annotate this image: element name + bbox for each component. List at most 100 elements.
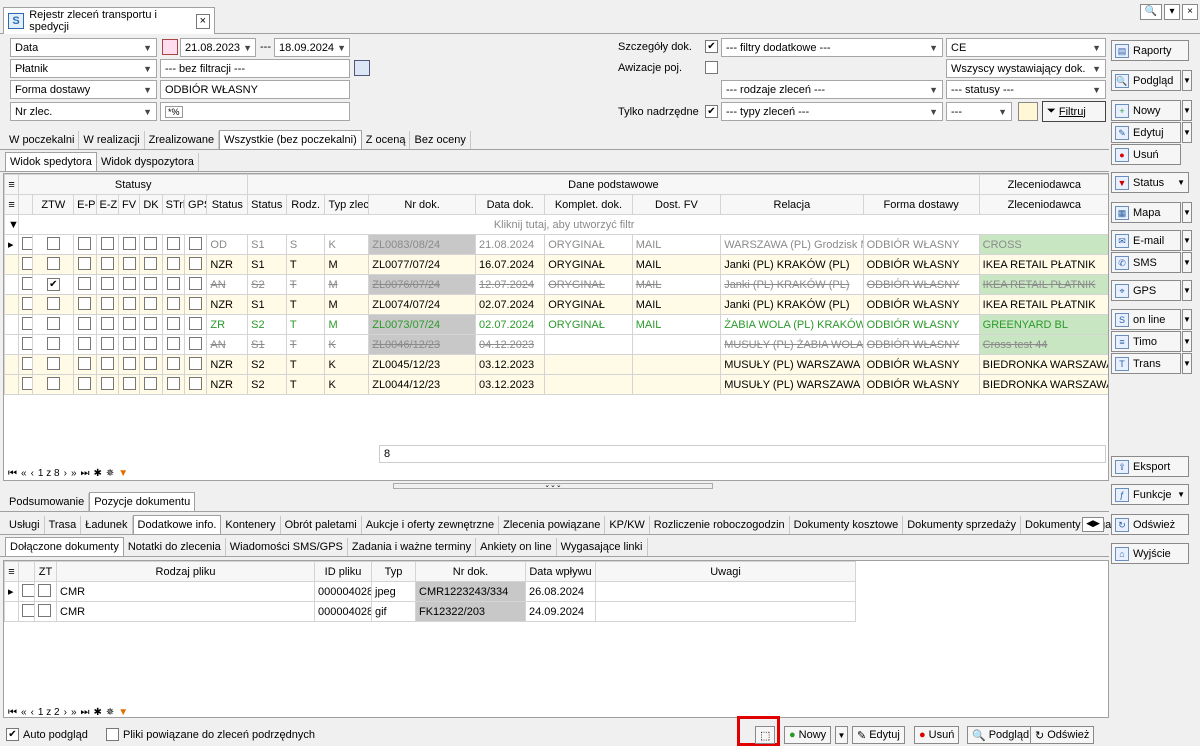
tab-attachment-0[interactable]: Dołączone dokumenty [5, 537, 124, 556]
table-row[interactable]: NZR S2 T K ZL0044/12/23 03.12.2023 MUSUŁY (PL)… [4, 374, 1108, 395]
column-header[interactable]: ZTW [32, 194, 75, 215]
status-flag-checkbox[interactable] [184, 334, 208, 355]
statuses-select[interactable]: --- statusy --- ▼ [946, 80, 1106, 99]
status-flag-checkbox[interactable] [95, 254, 119, 275]
tab-attachment-2[interactable]: Wiadomości SMS/GPS [226, 538, 348, 556]
status-flag-checkbox[interactable] [73, 294, 97, 315]
tab-summary-0[interactable]: Podsumowanie [5, 493, 90, 511]
column-header[interactable]: Status I [247, 194, 287, 215]
status-flag-checkbox[interactable] [95, 374, 119, 395]
tab-status-5[interactable]: Bez oceny [410, 131, 471, 149]
row-select-checkbox[interactable] [18, 274, 34, 295]
tab-status-1[interactable]: W realizacji [79, 131, 145, 149]
tab-status-3[interactable]: Wszystkie (bez poczekalni) [219, 130, 362, 149]
status-flag-checkbox[interactable] [32, 374, 75, 395]
map-dropdown-icon[interactable]: ▼ [1182, 202, 1192, 223]
status-flag-checkbox[interactable] [139, 234, 163, 255]
tab-scroll-icon[interactable]: ◀▶ [1082, 517, 1104, 532]
tab-attachment-1[interactable]: Notatki do zlecenia [124, 538, 226, 556]
order-field-select[interactable]: Nr zlec. ▼ [10, 102, 157, 121]
new-dropdown-icon[interactable]: ▼ [1182, 100, 1192, 121]
row-select-checkbox[interactable] [18, 314, 34, 335]
table-row[interactable]: CMR0000040284gifFK12322/20324.09.2024 [4, 601, 856, 622]
status-flag-checkbox[interactable] [161, 314, 186, 335]
column-header[interactable]: Data wpływu [525, 561, 596, 582]
row-menu-icon[interactable]: ≡ [4, 194, 20, 215]
tab-attachment-3[interactable]: Zadania i ważne terminy [348, 538, 477, 556]
status-flag-checkbox[interactable] [161, 374, 186, 395]
column-header[interactable]: Nr dok. [415, 561, 526, 582]
column-header[interactable]: E-P [73, 194, 97, 215]
status-flag-checkbox[interactable] [161, 334, 186, 355]
extra-filters-select[interactable]: --- filtry dodatkowe --- ▼ [721, 38, 943, 57]
column-header[interactable]: Rodzaj pliku [56, 561, 315, 582]
attachments-navigator[interactable]: ⏮ «‹ 1 z 2 ›» ⏭ ✱ ✵ ▼ [4, 703, 128, 721]
filter-hint[interactable]: Kliknij tutaj, aby utworzyć filtr [18, 214, 1108, 235]
order-value-input[interactable]: *% [160, 102, 350, 121]
order-kinds-select[interactable]: --- rodzaje zleceń --- ▼ [721, 80, 943, 99]
column-header[interactable]: Data dok. [475, 194, 546, 215]
tab-detail-4[interactable]: Kontenery [221, 516, 281, 534]
status-flag-checkbox[interactable] [117, 294, 141, 315]
status-flag-checkbox[interactable] [161, 294, 186, 315]
status-flag-checkbox[interactable] [184, 354, 208, 375]
tab-detail-8[interactable]: KP/KW [605, 516, 650, 534]
column-header[interactable]: Typ zlec. [324, 194, 370, 215]
date-from-input[interactable]: 21.08.2023 ▼ [180, 38, 256, 57]
zt-checkbox[interactable] [34, 601, 57, 622]
column-header[interactable]: Forma dostawy [862, 194, 980, 215]
status-flag-checkbox[interactable] [73, 274, 97, 295]
sms-dropdown-icon[interactable]: ▼ [1182, 252, 1192, 273]
status-flag-checkbox[interactable] [73, 254, 97, 275]
row-menu-icon[interactable]: ≡ [4, 561, 19, 582]
status-flag-checkbox[interactable] [117, 254, 141, 275]
status-flag-checkbox[interactable] [184, 274, 208, 295]
row-select-checkbox[interactable] [18, 581, 35, 602]
status-flag-checkbox[interactable] [161, 234, 186, 255]
status-flag-checkbox[interactable] [95, 354, 119, 375]
tab-detail-1[interactable]: Trasa [45, 516, 82, 534]
map-button[interactable]: ▦ Mapa [1111, 202, 1181, 223]
column-header[interactable]: FV [117, 194, 141, 215]
row-select-checkbox[interactable] [18, 254, 34, 275]
tab-detail-10[interactable]: Dokumenty kosztowe [790, 516, 904, 534]
search-options-icon[interactable]: 🔍 [1140, 4, 1162, 20]
column-header[interactable]: E-Zl [95, 194, 119, 215]
status-flag-checkbox[interactable] [161, 274, 186, 295]
payer-value-input[interactable]: --- bez filtracji --- [160, 59, 350, 78]
edit-dropdown-icon[interactable]: ▼ [1182, 122, 1192, 143]
tab-detail-2[interactable]: Ładunek [81, 516, 133, 534]
table-row[interactable]: ▸ CMR0000040280jpegCMR1223243/33426.08.20… [4, 581, 856, 602]
issuers-select[interactable]: Wszyscy wystawiający dok. ▼ [946, 59, 1106, 78]
tab-detail-7[interactable]: Zlecenia powiązane [499, 516, 606, 534]
edit-attachment-button[interactable]: ✎ Edytuj [852, 726, 905, 744]
filter-button[interactable]: ⏷ Filtruj [1042, 101, 1106, 122]
table-row[interactable]: ZR S2 T M ZL0073/07/24 02.07.2024 ORYGINAŁ MAIL… [4, 314, 1108, 335]
table-row[interactable]: NZR S1 T M ZL0077/07/24 16.07.2024 ORYGINAŁ MAI… [4, 254, 1108, 275]
column-header[interactable]: Rodz. [285, 194, 326, 215]
timo-button[interactable]: ≡ Timo [1111, 331, 1181, 352]
status-flag-checkbox[interactable] [32, 354, 75, 375]
status-flag-checkbox[interactable] [95, 314, 119, 335]
status-flag-checkbox[interactable] [95, 274, 119, 295]
column-header[interactable]: ID pliku [314, 561, 372, 582]
status-flag-checkbox[interactable] [95, 234, 119, 255]
column-header[interactable]: ZT [34, 561, 57, 582]
status-flag-checkbox[interactable] [32, 334, 75, 355]
tab-detail-3[interactable]: Dodatkowe info. [132, 515, 222, 534]
column-header[interactable]: STrl [161, 194, 186, 215]
date-field-select[interactable]: Data ▼ [10, 38, 157, 57]
avizo-checkbox[interactable] [705, 61, 718, 74]
tab-attachment-4[interactable]: Ankiety on line [476, 538, 557, 556]
status-button[interactable]: ▼ Status ▼ [1111, 172, 1189, 193]
tab-attachment-5[interactable]: Wygasające linki [557, 538, 648, 556]
status-flag-checkbox[interactable] [73, 354, 97, 375]
chevron-down-icon[interactable]: ▾ [1164, 4, 1180, 20]
new-dropdown-icon[interactable]: ▼ [835, 726, 848, 744]
table-settings-icon[interactable] [1018, 102, 1038, 121]
tab-detail-0[interactable]: Usługi [5, 516, 45, 534]
tab-status-0[interactable]: W poczekalni [5, 131, 80, 149]
status-flag-checkbox[interactable] [73, 334, 97, 355]
linked-files-checkbox[interactable] [106, 728, 119, 741]
row-select-checkbox[interactable] [18, 374, 34, 395]
